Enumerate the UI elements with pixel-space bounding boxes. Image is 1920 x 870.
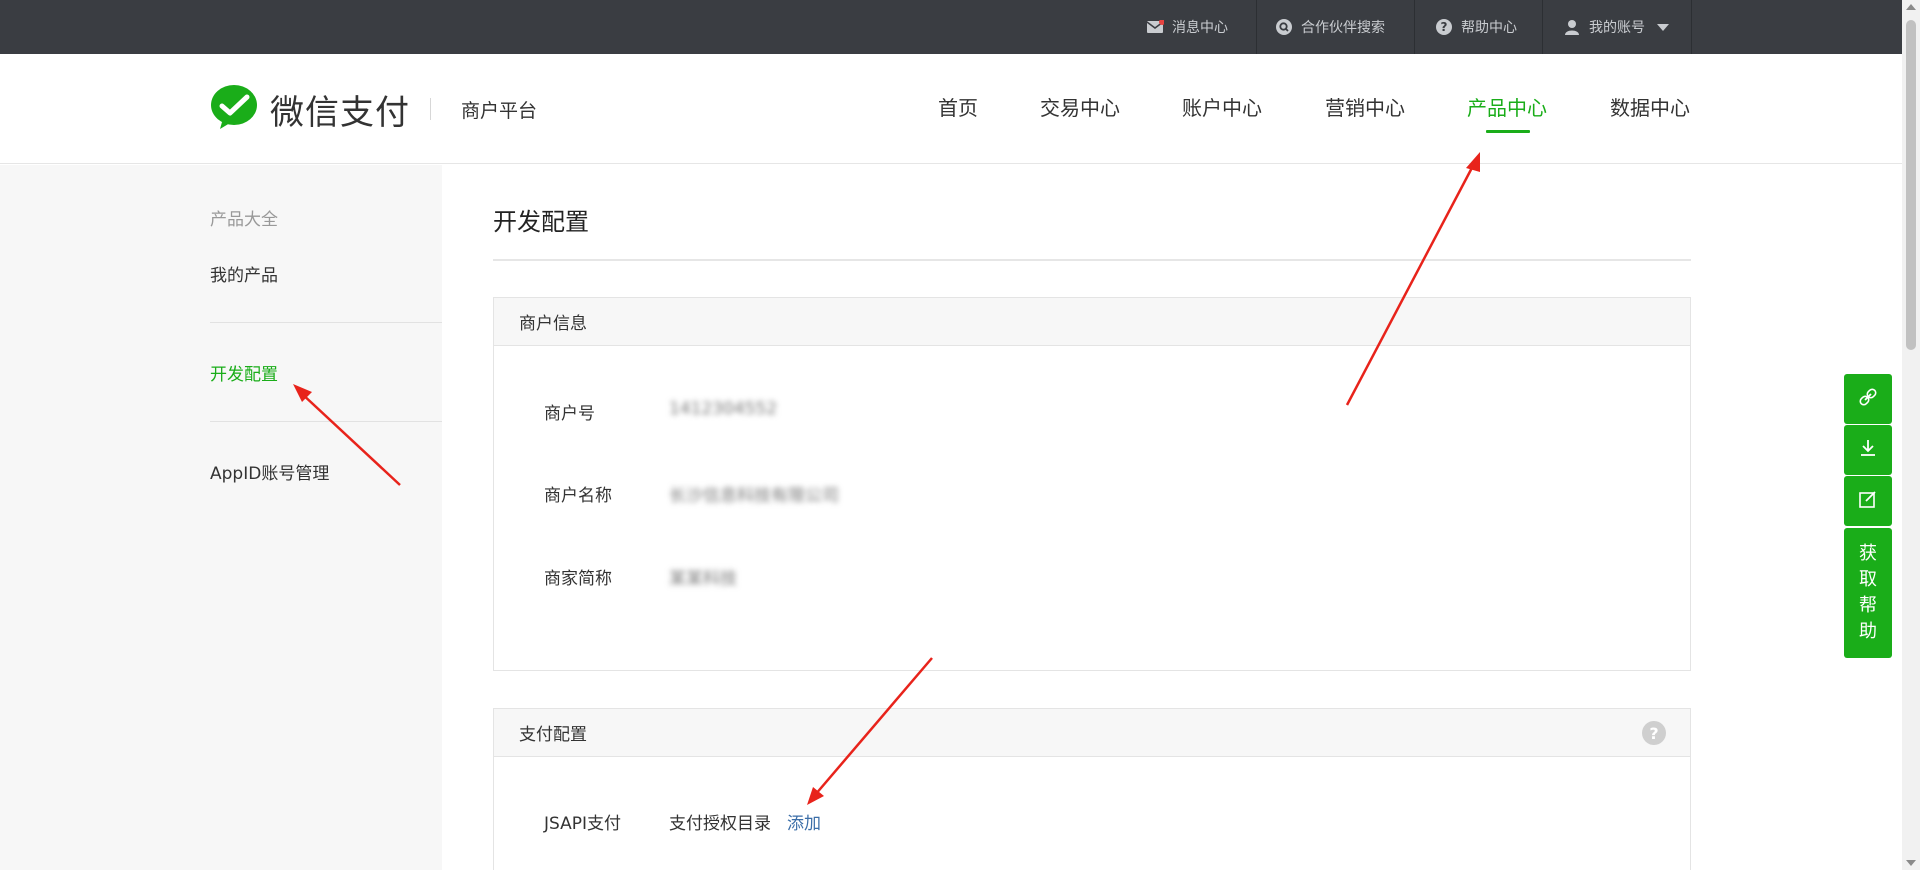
merchant-short-name-value: 某某科技 — [669, 569, 737, 589]
payment-config-title: 支付配置 — [519, 725, 587, 745]
payment-config-panel: 支付配置 ? JSAPI支付 支付授权目录 添加 — [493, 708, 1691, 870]
platform-name: 商户平台 — [461, 100, 538, 122]
merchant-id-label: 商户号 — [544, 404, 595, 424]
download-icon — [1857, 437, 1879, 463]
auth-dir-label: 支付授权目录 — [669, 814, 771, 834]
messages-link[interactable]: 消息中心 — [1134, 0, 1256, 54]
help-question-icon[interactable]: ? — [1642, 721, 1666, 745]
question-icon: ? — [1435, 18, 1453, 36]
nav-data-center[interactable]: 数据中心 — [1610, 92, 1690, 121]
sidebar-item-my-products[interactable]: 我的产品 — [210, 261, 278, 286]
brand-logo[interactable]: 微信支付 — [210, 84, 410, 134]
edit-icon — [1857, 488, 1879, 514]
merchant-info-header: 商户信息 — [494, 298, 1690, 346]
sidebar-divider — [210, 322, 442, 323]
scroll-down-arrow-icon[interactable] — [1906, 860, 1916, 866]
scroll-up-arrow-icon[interactable] — [1906, 4, 1916, 10]
messages-label: 消息中心 — [1172, 20, 1228, 36]
get-help-char: 取 — [1859, 569, 1877, 590]
get-help-char: 获 — [1859, 543, 1877, 564]
brand-name: 微信支付 — [270, 92, 410, 133]
account-label: 我的账号 — [1589, 20, 1645, 36]
sidebar-item-all-products[interactable]: 产品大全 — [210, 205, 278, 230]
main-header: 微信支付 商户平台 首页 交易中心 账户中心 营销中心 产品中心 数据中心 — [0, 54, 1902, 164]
user-icon — [1563, 18, 1581, 36]
wechat-pay-logo-icon — [210, 84, 260, 134]
mail-icon — [1146, 20, 1164, 34]
link-icon — [1857, 386, 1879, 412]
help-center-label: 帮助中心 — [1461, 20, 1517, 36]
download-tool-button[interactable] — [1844, 425, 1892, 475]
sidebar: 产品大全 我的产品 开发配置 AppID账号管理 — [0, 165, 442, 870]
link-tool-button[interactable] — [1844, 374, 1892, 424]
jsapi-label: JSAPI支付 — [544, 814, 622, 834]
merchant-name-value: 长沙信息科技有限公司 — [669, 486, 839, 506]
nav-trade-center[interactable]: 交易中心 — [1040, 92, 1120, 121]
active-nav-indicator — [1486, 130, 1530, 133]
get-help-char: 帮 — [1859, 595, 1877, 616]
title-divider — [493, 259, 1691, 261]
auth-dir-row: 支付授权目录 添加 — [669, 809, 821, 834]
nav-marketing-center[interactable]: 营销中心 — [1325, 92, 1405, 121]
scrollbar-thumb[interactable] — [1906, 20, 1916, 350]
merchant-id-value: 1412304552 — [669, 399, 778, 419]
svg-text:?: ? — [1441, 20, 1448, 34]
partner-search-label: 合作伙伴搜索 — [1301, 20, 1385, 36]
nav-home[interactable]: 首页 — [938, 92, 978, 121]
payment-config-header: 支付配置 ? — [494, 709, 1690, 757]
get-help-button[interactable]: 获 取 帮 助 — [1844, 528, 1892, 658]
page-title: 开发配置 — [493, 208, 589, 236]
partner-search-link[interactable]: 合作伙伴搜索 — [1256, 0, 1414, 54]
merchant-name-label: 商户名称 — [544, 486, 612, 506]
merchant-info-panel: 商户信息 商户号 1412304552 商户名称 长沙信息科技有限公司 商家简称… — [493, 297, 1691, 671]
get-help-char: 助 — [1859, 621, 1877, 642]
sidebar-item-dev-config[interactable]: 开发配置 — [210, 360, 278, 385]
top-utility-bar: 消息中心 合作伙伴搜索 ? 帮助中心 我的账号 — [0, 0, 1902, 54]
edit-tool-button[interactable] — [1844, 476, 1892, 526]
nav-product-center[interactable]: 产品中心 — [1467, 92, 1547, 121]
add-auth-dir-link[interactable]: 添加 — [787, 814, 821, 834]
search-icon — [1275, 18, 1293, 36]
chevron-down-icon — [1657, 23, 1669, 31]
help-center-link[interactable]: ? 帮助中心 — [1414, 0, 1542, 54]
account-menu[interactable]: 我的账号 — [1542, 0, 1692, 54]
sidebar-item-appid-management[interactable]: AppID账号管理 — [210, 459, 329, 484]
merchant-short-name-label: 商家简称 — [544, 569, 612, 589]
header-divider — [430, 98, 431, 120]
nav-account-center[interactable]: 账户中心 — [1182, 92, 1262, 121]
sidebar-divider — [210, 421, 442, 422]
